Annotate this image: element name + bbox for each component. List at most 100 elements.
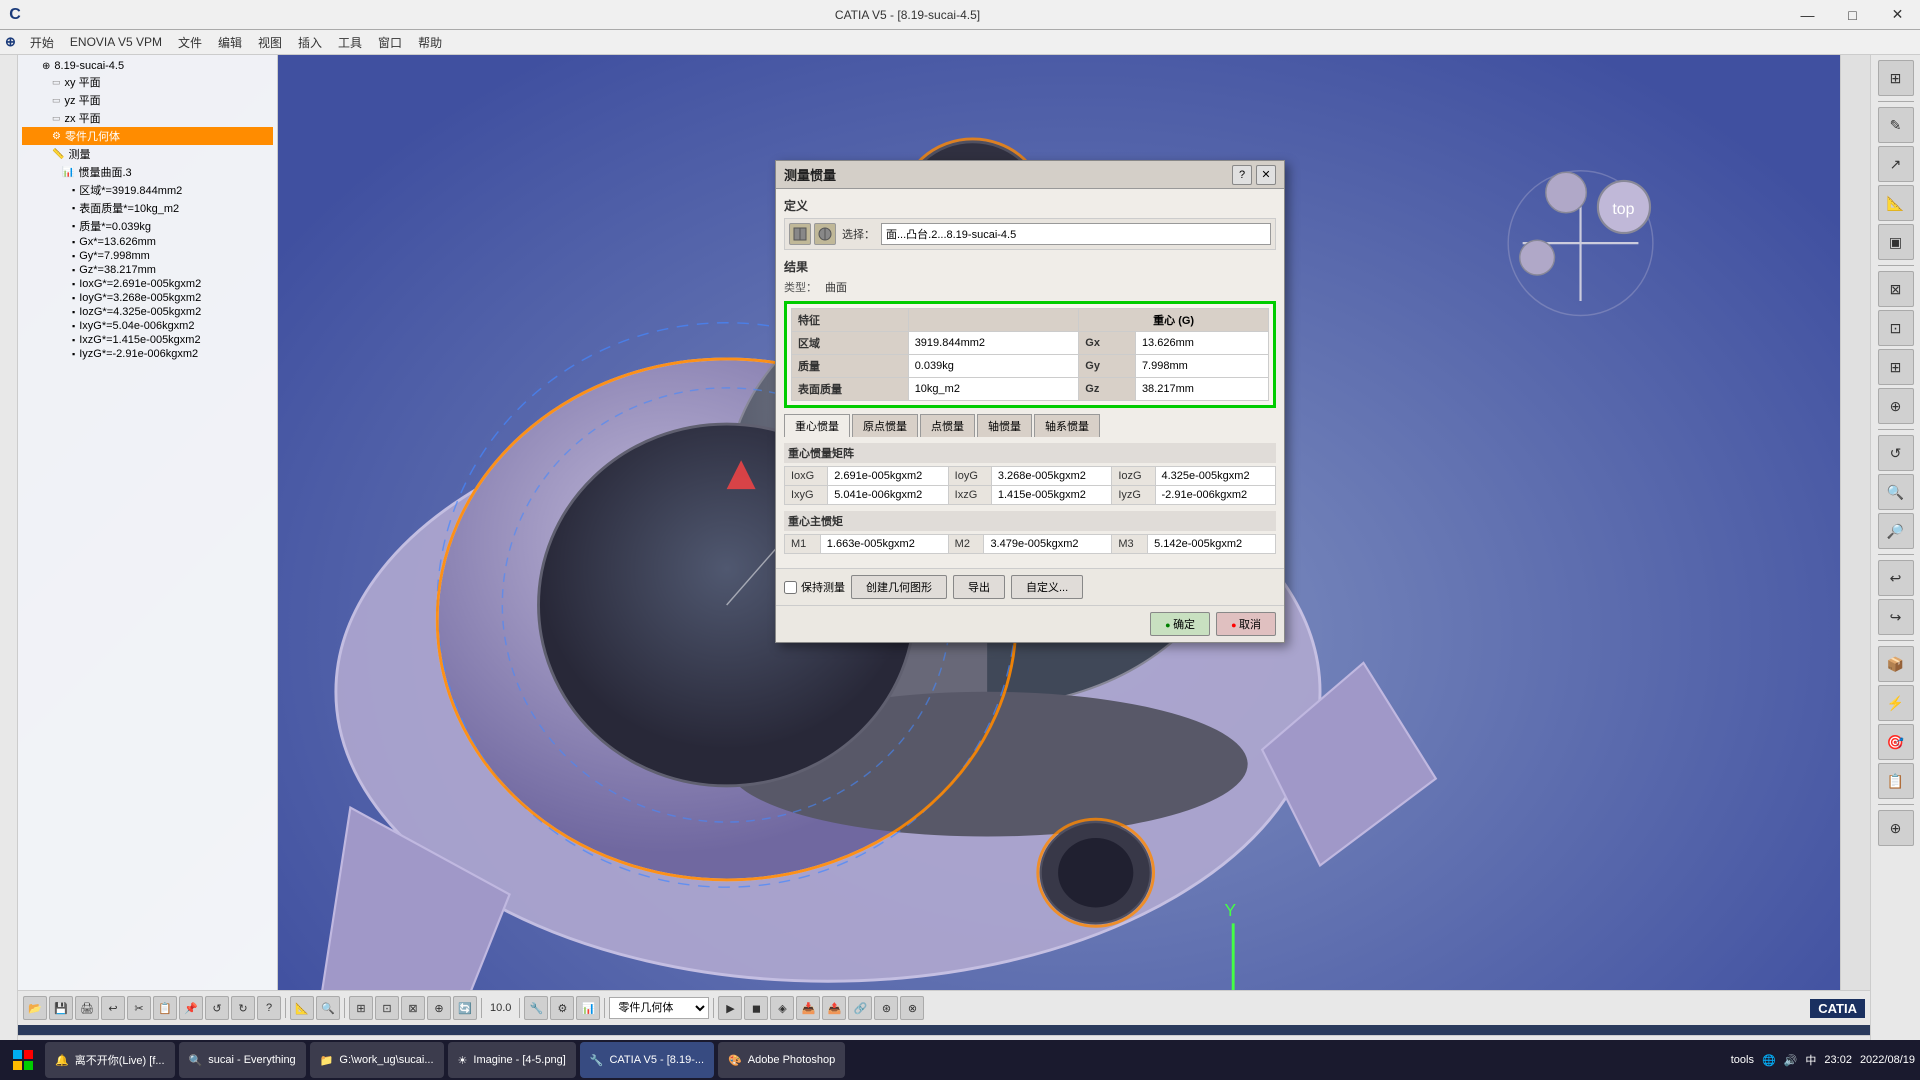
btool-save[interactable]: 💾 xyxy=(49,996,73,1020)
create-geometry-button[interactable]: 创建几何图形 xyxy=(851,575,947,599)
close-button[interactable]: ✕ xyxy=(1875,0,1920,30)
tree-prop-gz[interactable]: ▪ Gz*=38.217mm xyxy=(22,263,273,277)
keep-measure-check[interactable] xyxy=(784,581,797,594)
tray-ime[interactable]: 中 xyxy=(1805,1052,1816,1068)
dialog-close-button[interactable]: ✕ xyxy=(1256,165,1276,185)
tree-body[interactable]: ⚙ 零件几何体 xyxy=(22,127,273,145)
btool-cut[interactable]: ✂ xyxy=(127,996,151,1020)
btool-search[interactable]: 🔍 xyxy=(316,996,340,1020)
tab-center-inertia[interactable]: 重心惯量 xyxy=(784,414,850,437)
menu-edit[interactable]: 编辑 xyxy=(210,32,250,53)
rtool-btn-4[interactable]: 📐 xyxy=(1878,185,1914,221)
btool-help[interactable]: ? xyxy=(257,996,281,1020)
selection-input[interactable] xyxy=(881,223,1271,245)
rtool-btn-9[interactable]: ⊕ xyxy=(1878,388,1914,424)
btool-extra2[interactable]: ◼ xyxy=(744,996,768,1020)
menu-tools[interactable]: 工具 xyxy=(330,32,370,53)
rtool-btn-rotate[interactable]: ↺ xyxy=(1878,435,1914,471)
def-icon-1[interactable] xyxy=(789,223,811,245)
rtool-btn-16[interactable]: 📋 xyxy=(1878,763,1914,799)
rtool-btn-5[interactable]: ▣ xyxy=(1878,224,1914,260)
menu-insert[interactable]: 插入 xyxy=(290,32,330,53)
btool-copy[interactable]: 📋 xyxy=(153,996,177,1020)
rtool-btn-1[interactable]: ⊞ xyxy=(1878,60,1914,96)
btool-part-icon2[interactable]: ⚙ xyxy=(550,996,574,1020)
tree-zx-plane[interactable]: ▭ zx 平面 xyxy=(22,109,273,127)
btool-extra7[interactable]: ⊛ xyxy=(874,996,898,1020)
taskbar-item-photoshop[interactable]: 🎨 Adobe Photoshop xyxy=(718,1042,845,1078)
tree-measure[interactable]: 📏 测量 xyxy=(22,145,273,163)
minimize-button[interactable]: — xyxy=(1785,0,1830,30)
tree-prop-ioxg[interactable]: ▪ IoxG*=2.691e-005kgxm2 xyxy=(22,277,273,291)
rtool-btn-6[interactable]: ⊠ xyxy=(1878,271,1914,307)
tree-yz-plane[interactable]: ▭ yz 平面 xyxy=(22,91,273,109)
btool-snap[interactable]: ⊡ xyxy=(375,996,399,1020)
tree-root[interactable]: ⊕ 8.19-sucai-4.5 xyxy=(22,59,273,73)
rtool-btn-14[interactable]: ⚡ xyxy=(1878,685,1914,721)
tab-axis-system-inertia[interactable]: 轴系惯量 xyxy=(1034,414,1100,437)
tree-prop-mass[interactable]: ▪ 质量*=0.039kg xyxy=(22,217,273,235)
btool-redo[interactable]: ↻ xyxy=(231,996,255,1020)
btool-undo2[interactable]: ↺ xyxy=(205,996,229,1020)
btool-axis[interactable]: ⊕ xyxy=(427,996,451,1020)
tab-origin-inertia[interactable]: 原点惯量 xyxy=(852,414,918,437)
rtool-btn-12[interactable]: ↪ xyxy=(1878,599,1914,635)
rtool-btn-3[interactable]: ↗ xyxy=(1878,146,1914,182)
btool-part-icon[interactable]: 🔧 xyxy=(524,996,548,1020)
tab-point-inertia[interactable]: 点惯量 xyxy=(920,414,975,437)
export-button[interactable]: 导出 xyxy=(953,575,1005,599)
rtool-btn-17[interactable]: ⊕ xyxy=(1878,810,1914,846)
rtool-btn-zoom-out[interactable]: 🔎 xyxy=(1878,513,1914,549)
btool-open[interactable]: 📂 xyxy=(23,996,47,1020)
rtool-btn-8[interactable]: ⊞ xyxy=(1878,349,1914,385)
menu-view[interactable]: 视图 xyxy=(250,32,290,53)
customize-button[interactable]: 自定义... xyxy=(1011,575,1083,599)
taskbar-item-imagine[interactable]: ☀ Imagine - [4-5.png] xyxy=(448,1042,576,1078)
tree-prop-area[interactable]: ▪ 区域*=3919.844mm2 xyxy=(22,181,273,199)
menu-help[interactable]: 帮助 xyxy=(410,32,450,53)
btool-extra1[interactable]: ▶ xyxy=(718,996,742,1020)
btool-extra8[interactable]: ⊗ xyxy=(900,996,924,1020)
dialog-help-button[interactable]: ? xyxy=(1232,165,1252,185)
maximize-button[interactable]: □ xyxy=(1830,0,1875,30)
btool-measure[interactable]: 📐 xyxy=(290,996,314,1020)
taskbar-item-folder[interactable]: 📁 G:\work_ug\sucai... xyxy=(310,1042,444,1078)
tree-prop-surface[interactable]: ▪ 表面质量*=10kg_m2 xyxy=(22,199,273,217)
tree-prop-iyzg[interactable]: ▪ IyzG*=-2.91e-006kgxm2 xyxy=(22,347,273,361)
tree-prop-gy[interactable]: ▪ Gy*=7.998mm xyxy=(22,249,273,263)
tree-prop-ioyg[interactable]: ▪ IoyG*=3.268e-005kgxm2 xyxy=(22,291,273,305)
btool-update[interactable]: 🔄 xyxy=(453,996,477,1020)
tree-prop-iozg[interactable]: ▪ IozG*=4.325e-005kgxm2 xyxy=(22,305,273,319)
menu-file[interactable]: 文件 xyxy=(170,32,210,53)
taskbar-item-catia[interactable]: 🔧 CATIA V5 - [8.19-... xyxy=(580,1042,714,1078)
rtool-btn-2[interactable]: ✎ xyxy=(1878,107,1914,143)
taskbar-item-everything[interactable]: 🔍 sucai - Everything xyxy=(179,1042,306,1078)
tree-xy-plane[interactable]: ▭ xy 平面 xyxy=(22,73,273,91)
def-icon-2[interactable] xyxy=(814,223,836,245)
menu-start[interactable]: 开始 xyxy=(22,32,62,53)
rtool-btn-11[interactable]: ↩ xyxy=(1878,560,1914,596)
btool-part-icon3[interactable]: 📊 xyxy=(576,996,600,1020)
btool-extra6[interactable]: 🔗 xyxy=(848,996,872,1020)
btool-align[interactable]: ⊠ xyxy=(401,996,425,1020)
btool-paste[interactable]: 📌 xyxy=(179,996,203,1020)
tree-prop-gx[interactable]: ▪ Gx*=13.626mm xyxy=(22,235,273,249)
tree-inertia[interactable]: 📊 惯量曲面.3 xyxy=(22,163,273,181)
rtool-btn-15[interactable]: 🎯 xyxy=(1878,724,1914,760)
btool-extra3[interactable]: ◈ xyxy=(770,996,794,1020)
btool-print[interactable]: 🖨 xyxy=(75,996,99,1020)
rtool-btn-zoom-in[interactable]: 🔍 xyxy=(1878,474,1914,510)
tree-prop-ixzg[interactable]: ▪ IxzG*=1.415e-005kgxm2 xyxy=(22,333,273,347)
ok-button[interactable]: 确定 xyxy=(1150,612,1210,636)
start-button[interactable] xyxy=(5,1042,41,1078)
keep-measure-checkbox[interactable]: 保持测量 xyxy=(784,579,845,595)
body-select[interactable]: 零件几何体 xyxy=(609,997,709,1019)
menu-enovia[interactable]: ENOVIA V5 VPM xyxy=(62,33,170,51)
btool-extra4[interactable]: 📥 xyxy=(796,996,820,1020)
btool-extra5[interactable]: 📤 xyxy=(822,996,846,1020)
rtool-btn-7[interactable]: ⊡ xyxy=(1878,310,1914,346)
btool-grid[interactable]: ⊞ xyxy=(349,996,373,1020)
cancel-button[interactable]: 取消 xyxy=(1216,612,1276,636)
menu-window[interactable]: 窗口 xyxy=(370,32,410,53)
tree-prop-ixyg[interactable]: ▪ IxyG*=5.04e-006kgxm2 xyxy=(22,319,273,333)
